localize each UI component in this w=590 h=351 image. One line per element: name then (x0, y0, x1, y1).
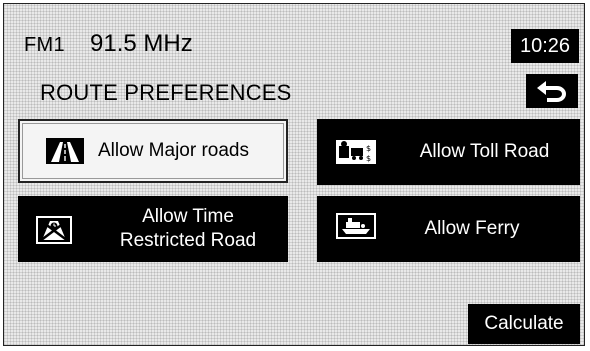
allow-major-roads-label: Allow Major roads (98, 140, 249, 161)
major-road-icon (46, 138, 84, 164)
allow-time-restricted-road-label: Allow Time Restricted Road (98, 205, 278, 253)
radio-band: FM1 (24, 34, 65, 56)
back-arrow-icon (537, 81, 566, 102)
calculate-button[interactable]: Calculate (468, 304, 580, 344)
nav-screen: FM1 91.5 MHz 10:26 ROUTE PREFERENCES All… (3, 3, 585, 346)
page-title: ROUTE PREFERENCES (40, 80, 292, 105)
allow-toll-road-button[interactable]: $ $ Allow Toll Road (317, 119, 580, 185)
back-button[interactable] (526, 74, 578, 108)
time-restricted-road-icon (36, 216, 72, 244)
clock-display[interactable]: 10:26 (511, 29, 579, 63)
allow-major-roads-button[interactable]: Allow Major roads (18, 119, 288, 183)
allow-time-restricted-road-button[interactable]: Allow Time Restricted Road (18, 196, 288, 262)
allow-ferry-button[interactable]: Allow Ferry (317, 196, 580, 262)
allow-toll-road-label: Allow Toll Road (419, 141, 550, 162)
ferry-icon (336, 213, 376, 239)
allow-ferry-label: Allow Ferry (424, 218, 520, 239)
toll-road-icon: $ $ (336, 140, 376, 164)
label-line-1: Allow Time (142, 206, 234, 227)
label-line-2: Restricted Road (119, 230, 257, 251)
svg-text:$: $ (366, 154, 371, 163)
svg-text:$: $ (366, 144, 371, 153)
radio-frequency: 91.5 MHz (90, 30, 193, 57)
